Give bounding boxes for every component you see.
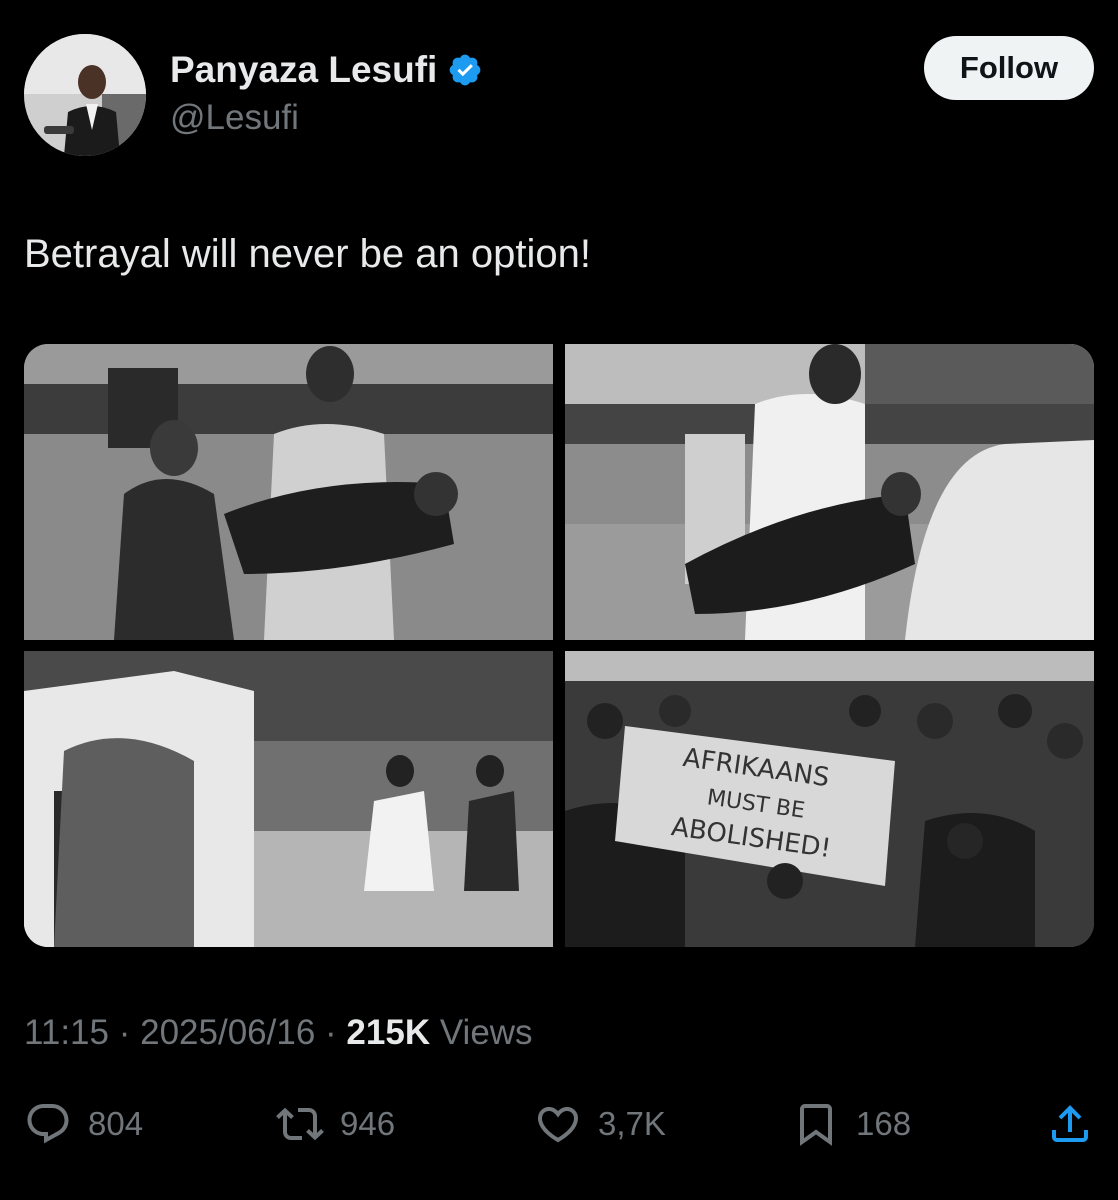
- photo-4-image: AFRIKAANS MUST BE ABOLISHED!: [565, 651, 1094, 947]
- views-count: 215K: [346, 1013, 431, 1052]
- action-bar: 804 946 3,7K 168: [24, 1096, 1094, 1152]
- retweet-count: 946: [340, 1105, 396, 1142]
- photo-2-image: [565, 344, 1094, 640]
- views-label: Views: [439, 1013, 533, 1052]
- meta-separator: ·: [325, 1013, 337, 1052]
- handle[interactable]: @Lesufi: [170, 96, 483, 140]
- tweet-meta: 11:15 · 2025/06/16 · 215K Views: [24, 1010, 533, 1056]
- bookmark-icon: [800, 1104, 832, 1146]
- retweet-icon: [276, 1107, 324, 1141]
- reply-count: 804: [88, 1105, 144, 1142]
- retweet-button[interactable]: 946: [276, 1096, 395, 1152]
- tweet-time[interactable]: 11:15: [24, 1013, 109, 1052]
- like-count: 3,7K: [598, 1105, 666, 1142]
- like-button[interactable]: 3,7K: [534, 1096, 666, 1152]
- reply-icon: [27, 1104, 69, 1144]
- tweet-text: Betrayal will never be an option!: [24, 232, 591, 276]
- reply-button[interactable]: 804: [24, 1096, 143, 1152]
- bookmark-count: 168: [856, 1105, 912, 1142]
- display-name[interactable]: Panyaza Lesufi: [170, 48, 437, 92]
- share-icon: [1052, 1105, 1088, 1142]
- meta-separator: ·: [118, 1013, 131, 1052]
- avatar[interactable]: [24, 34, 146, 156]
- author-block: Panyaza Lesufi @Lesufi: [170, 48, 483, 140]
- photo-1-image: [24, 344, 553, 640]
- photo-3-image: [24, 651, 553, 947]
- heart-icon: [537, 1107, 579, 1143]
- tweet-header: Panyaza Lesufi @Lesufi Follow: [24, 34, 1094, 158]
- share-button[interactable]: [1046, 1096, 1094, 1152]
- photo-2[interactable]: [565, 344, 1094, 640]
- avatar-image: [24, 34, 146, 156]
- display-name-row: Panyaza Lesufi: [170, 48, 483, 92]
- media-grid: AFRIKAANS MUST BE ABOLISHED!: [24, 344, 1094, 947]
- photo-1[interactable]: [24, 344, 553, 640]
- verified-badge-icon[interactable]: [447, 52, 483, 88]
- photo-4[interactable]: AFRIKAANS MUST BE ABOLISHED!: [565, 651, 1094, 947]
- bookmark-button[interactable]: 168: [792, 1096, 911, 1152]
- tweet-date[interactable]: 2025/06/16: [140, 1013, 315, 1052]
- follow-button[interactable]: Follow: [924, 36, 1094, 100]
- photo-3[interactable]: [24, 651, 553, 947]
